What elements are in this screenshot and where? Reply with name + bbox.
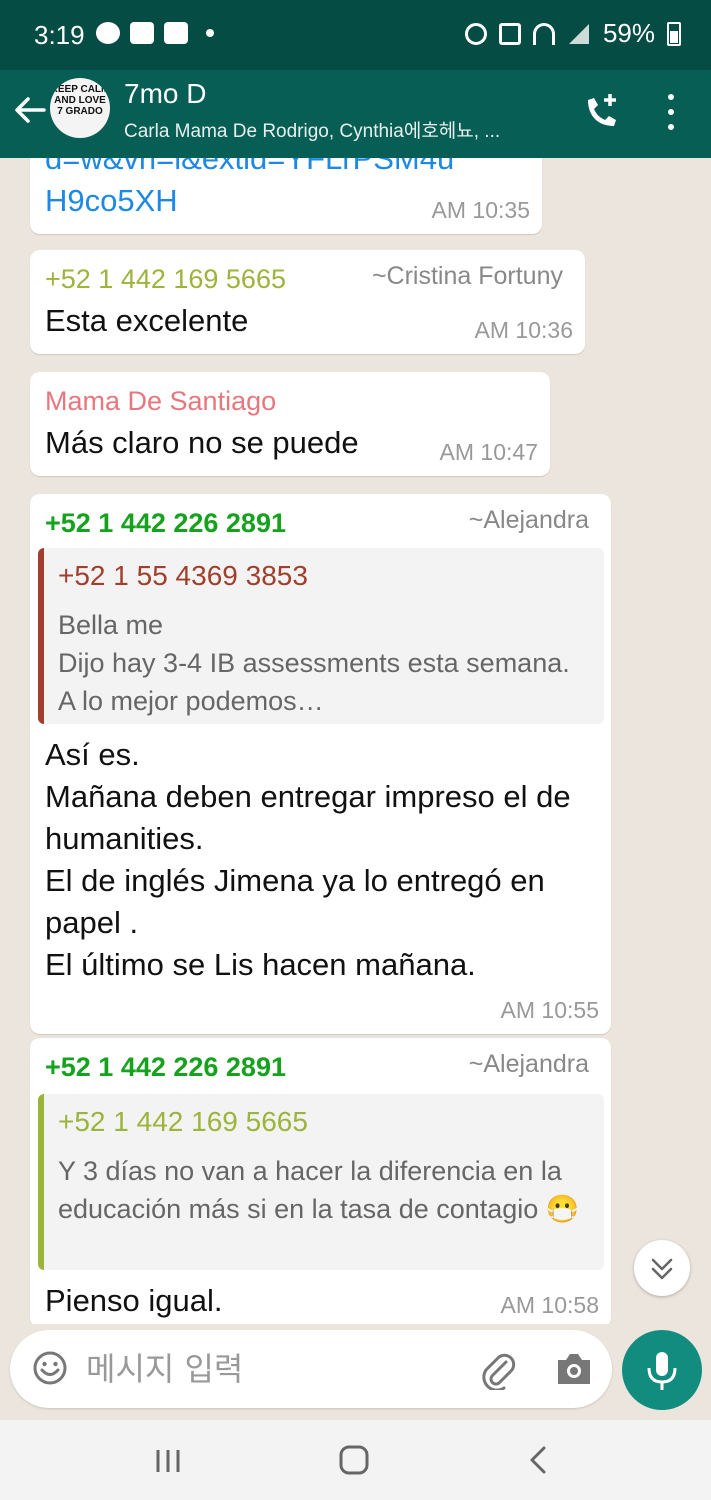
chat-participants[interactable]: Carla Mama De Rodrigo, Cynthia에호헤뇨, ... <box>124 116 564 143</box>
chevron-left-icon <box>530 1446 546 1474</box>
camera-button[interactable] <box>554 1350 594 1388</box>
quote-bar <box>38 548 44 724</box>
message-time: AM 10:58 <box>500 1292 599 1318</box>
message-sender[interactable]: Mama De Santiago <box>45 386 276 417</box>
sender-alias: ~Cristina Fortuny <box>371 262 563 290</box>
sender-alias: ~Alejandra <box>468 1050 589 1078</box>
message-text: Pienso igual. <box>45 1283 223 1318</box>
chat-header: KEEP CALM AND LOVE 7 GRADO 7mo D Carla M… <box>0 70 711 158</box>
quoted-sender: +52 1 55 4369 3853 <box>58 560 308 591</box>
attach-button[interactable] <box>478 1348 518 1392</box>
message-time: AM 10:35 <box>431 197 530 223</box>
more-options-button[interactable] <box>656 90 686 134</box>
message-bubble[interactable]: +52 1 442 169 5665 ~Cristina Fortuny Est… <box>30 250 585 354</box>
message-list[interactable]: d=w&vh=l&extid=YFLrPSM4u H9co5XH AM 10:3… <box>0 158 711 1324</box>
recent-apps-icon <box>156 1450 180 1472</box>
arrow-left-icon <box>15 97 46 123</box>
message-text: Esta excelente <box>45 303 249 338</box>
chat-title[interactable]: 7mo D <box>124 78 206 110</box>
signal-icon <box>568 23 589 44</box>
message-sender[interactable]: +52 1 442 169 5665 <box>45 264 286 295</box>
home-icon <box>339 1445 369 1475</box>
wifi-icon <box>532 22 555 45</box>
message-sender[interactable]: +52 1 442 226 2891 <box>45 1052 286 1083</box>
paperclip-icon <box>482 1353 516 1392</box>
back-button[interactable] <box>10 90 50 130</box>
sender-alias: ~Alejandra <box>468 506 589 534</box>
quoted-text: Y 3 días no van a hacer la diferencia en… <box>58 1156 580 1224</box>
status-bar: 3:19 59% <box>0 0 711 70</box>
message-text: Así es. Mañana deben entregar impreso el… <box>45 737 571 982</box>
message-time: AM 10:36 <box>474 317 573 343</box>
more-vertical-icon <box>668 94 674 101</box>
message-time: AM 10:55 <box>500 997 599 1023</box>
add-call-button[interactable] <box>580 90 624 134</box>
recent-apps-button[interactable] <box>148 1442 188 1478</box>
mute-icon <box>498 22 521 45</box>
system-indicators: 59% <box>464 18 681 49</box>
talk-notification-icon <box>96 22 120 44</box>
message-text: Más claro no se puede <box>45 425 359 460</box>
message-bubble[interactable]: d=w&vh=l&extid=YFLrPSM4u H9co5XH AM 10:3… <box>30 158 542 234</box>
status-time: 3:19 <box>34 20 85 50</box>
notification-icons <box>96 22 214 44</box>
message-input[interactable] <box>86 1348 446 1390</box>
message-composer <box>10 1330 612 1408</box>
gallery-notification-icon <box>130 22 154 44</box>
voice-message-button[interactable] <box>622 1330 702 1410</box>
chevrons-down-icon <box>651 1258 673 1280</box>
quoted-text: Bella me Dijo hay 3-4 IB assessments est… <box>58 610 570 716</box>
message-bubble[interactable]: +52 1 442 226 2891 ~Alejandra +52 1 442 … <box>30 1038 611 1324</box>
quote-bar <box>38 1094 44 1270</box>
quoted-message[interactable]: +52 1 442 169 5665 Y 3 días no van a hac… <box>38 1094 604 1270</box>
more-notifications-icon <box>206 29 214 37</box>
back-nav-button[interactable] <box>520 1442 560 1478</box>
home-button[interactable] <box>334 1442 374 1478</box>
message-bubble[interactable]: Mama De Santiago Más claro no se puede A… <box>30 372 550 476</box>
message-sender[interactable]: +52 1 442 226 2891 <box>45 508 286 539</box>
add-call-icon <box>588 94 616 126</box>
quoted-message[interactable]: +52 1 55 4369 3853 Bella me Dijo hay 3-4… <box>38 548 604 724</box>
camera-icon <box>558 1354 590 1384</box>
scroll-to-bottom-button[interactable] <box>634 1240 690 1296</box>
message-time: AM 10:47 <box>439 439 538 465</box>
smiley-icon <box>33 1351 67 1385</box>
alarm-icon <box>464 22 487 45</box>
message-notification-icon <box>164 22 188 44</box>
emoji-button[interactable] <box>32 1350 68 1386</box>
message-bubble[interactable]: +52 1 442 226 2891 ~Alejandra +52 1 55 4… <box>30 494 611 1034</box>
battery-percent: 59% <box>602 18 655 48</box>
system-navigation-bar <box>0 1420 711 1500</box>
group-avatar[interactable]: KEEP CALM AND LOVE 7 GRADO <box>50 78 110 138</box>
microphone-icon <box>647 1352 677 1390</box>
quoted-sender: +52 1 442 169 5665 <box>58 1106 308 1137</box>
battery-icon <box>667 21 681 46</box>
